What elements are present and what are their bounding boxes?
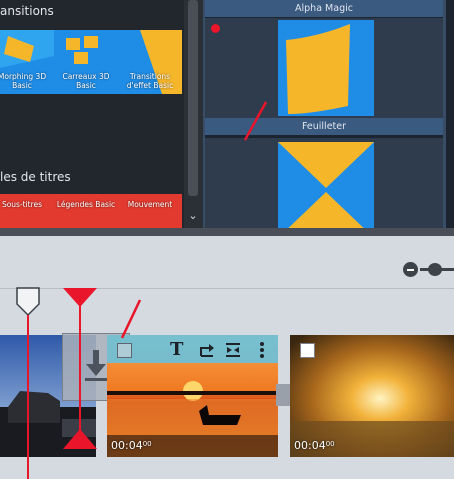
preview-cell-next[interactable] bbox=[205, 138, 443, 228]
zoom-out-icon[interactable] bbox=[403, 262, 418, 277]
grid-divider bbox=[203, 0, 205, 228]
clip-duration: 00:0400 bbox=[111, 439, 152, 452]
chevron-down-icon[interactable]: ⌄ bbox=[186, 209, 200, 223]
scrollbar-thumb[interactable] bbox=[188, 0, 198, 196]
tile-label: Morphing 3D Basic bbox=[0, 72, 47, 90]
tile-label: Sous-titres bbox=[1, 200, 43, 209]
clip-select-checkbox[interactable] bbox=[300, 343, 315, 358]
preview-title-alpha-magic: Alpha Magic bbox=[205, 0, 443, 17]
title-tile-sous-titres[interactable]: Sous-titres bbox=[0, 194, 54, 228]
zoom-slider-handle[interactable] bbox=[428, 263, 442, 276]
tile-label: Carreaux 3D Basic bbox=[62, 72, 110, 90]
clip-select-checkbox[interactable] bbox=[117, 343, 132, 358]
timeline-toolbar bbox=[0, 236, 454, 289]
timeline-clip-2[interactable]: T 00:0400 bbox=[107, 335, 278, 457]
media-pool: ansitions Morphing 3D Basic Carreaux 3D … bbox=[0, 0, 184, 228]
title-tile-mouvement[interactable]: Mouvement bbox=[118, 194, 182, 228]
timeline-clip-3[interactable]: 00:0400 bbox=[290, 335, 454, 457]
record-indicator bbox=[211, 24, 220, 33]
drag-pointer-line bbox=[120, 299, 142, 339]
section-heading-transitions: ansitions bbox=[0, 4, 54, 18]
tile-label: Mouvement bbox=[127, 200, 173, 209]
more-vertical-icon[interactable] bbox=[259, 341, 265, 359]
title-tile-legendes[interactable]: Légendes Basic bbox=[54, 194, 118, 228]
clip-duration: 00:0400 bbox=[294, 439, 335, 452]
tile-label: Légendes Basic bbox=[56, 200, 116, 209]
preview-thumbnail-feuilleter bbox=[278, 20, 374, 116]
transition-tile-morphing[interactable]: Morphing 3D Basic bbox=[0, 30, 54, 94]
range-start-marker[interactable] bbox=[14, 287, 42, 479]
playhead[interactable] bbox=[62, 287, 98, 451]
preview-thumbnail-hourglass bbox=[278, 142, 374, 228]
transition-tile-effet[interactable]: Transitions d'effet Basic bbox=[118, 30, 182, 94]
split-icon[interactable] bbox=[225, 342, 241, 358]
transition-tile-carreaux[interactable]: Carreaux 3D Basic bbox=[54, 30, 118, 94]
panel-splitter[interactable] bbox=[0, 228, 454, 236]
section-heading-titles: les de titres bbox=[0, 170, 71, 184]
grid-divider bbox=[443, 0, 446, 228]
rotate-icon[interactable] bbox=[199, 342, 215, 358]
text-icon[interactable]: T bbox=[170, 339, 183, 360]
drag-pointer-line bbox=[243, 101, 268, 141]
tile-label: Transitions d'effet Basic bbox=[126, 72, 174, 90]
